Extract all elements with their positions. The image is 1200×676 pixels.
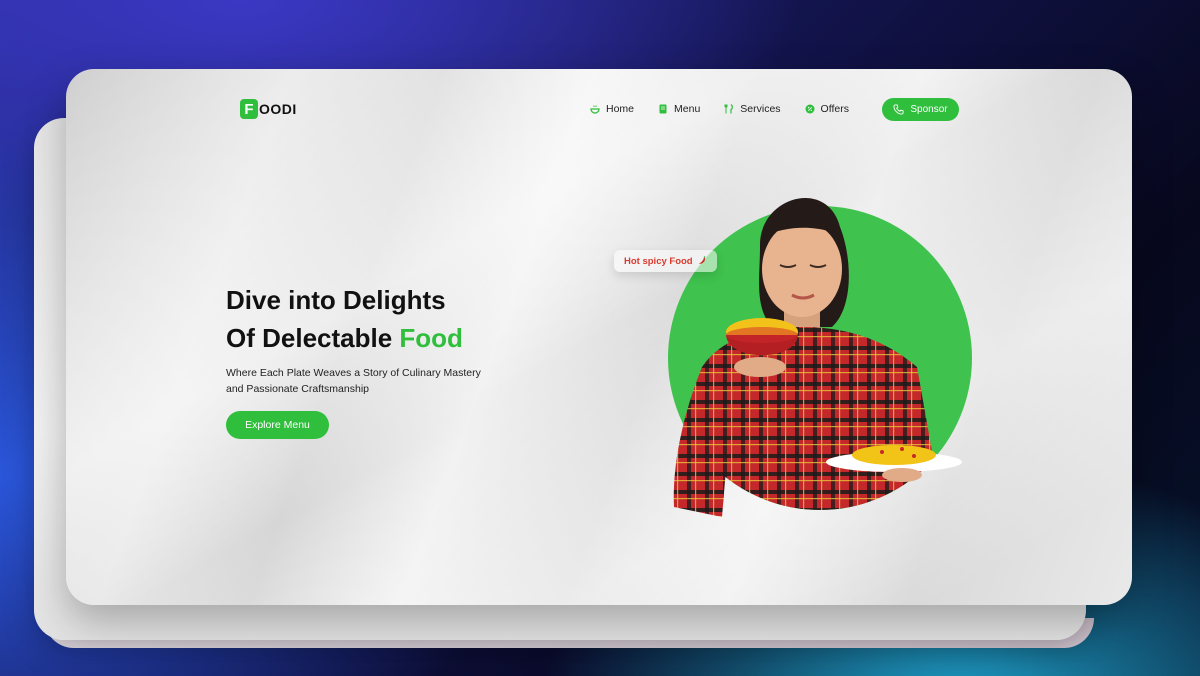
sponsor-button[interactable]: Sponsor xyxy=(882,98,959,121)
phone-icon xyxy=(893,104,904,115)
menu-book-icon xyxy=(659,104,667,114)
landing-page-card: F OODI Home Menu Services Offers Sponsor… xyxy=(66,69,1132,605)
bowl-icon xyxy=(590,105,600,114)
hero-illustration xyxy=(668,198,972,517)
nav-item-menu[interactable]: Menu xyxy=(658,103,700,115)
offer-badge-icon xyxy=(805,104,815,114)
nav-item-offers[interactable]: Offers xyxy=(805,103,849,115)
nav-item-home[interactable]: Home xyxy=(590,103,634,115)
main-nav: Home Menu Services Offers xyxy=(590,103,849,115)
explore-menu-button[interactable]: Explore Menu xyxy=(226,411,329,439)
hero-title-line1: Dive into Delights xyxy=(226,285,446,315)
sponsor-label: Sponsor xyxy=(910,104,948,115)
hot-spicy-food-tag: Hot spicy Food xyxy=(614,250,717,272)
hero-title-line2-prefix: Of Delectable xyxy=(226,323,400,353)
nav-menu-label: Menu xyxy=(674,103,701,115)
hero-subtitle: Where Each Plate Weaves a Story of Culin… xyxy=(226,367,481,395)
nav-home-label: Home xyxy=(606,103,635,115)
tag-label: Hot spicy Food xyxy=(624,255,693,267)
hero-title-accent: Food xyxy=(399,323,463,353)
fork-knife-icon xyxy=(724,104,734,114)
hero-title: Dive into Delights Of Delectable Food xyxy=(226,281,463,357)
logo-text: OODI xyxy=(259,101,297,117)
nav-offers-label: Offers xyxy=(820,103,849,115)
chili-pepper-icon xyxy=(698,256,706,264)
nav-services-label: Services xyxy=(740,103,781,115)
logo-mark: F xyxy=(240,99,258,119)
nav-item-services[interactable]: Services xyxy=(724,103,781,115)
brand-logo[interactable]: F OODI xyxy=(240,99,297,119)
